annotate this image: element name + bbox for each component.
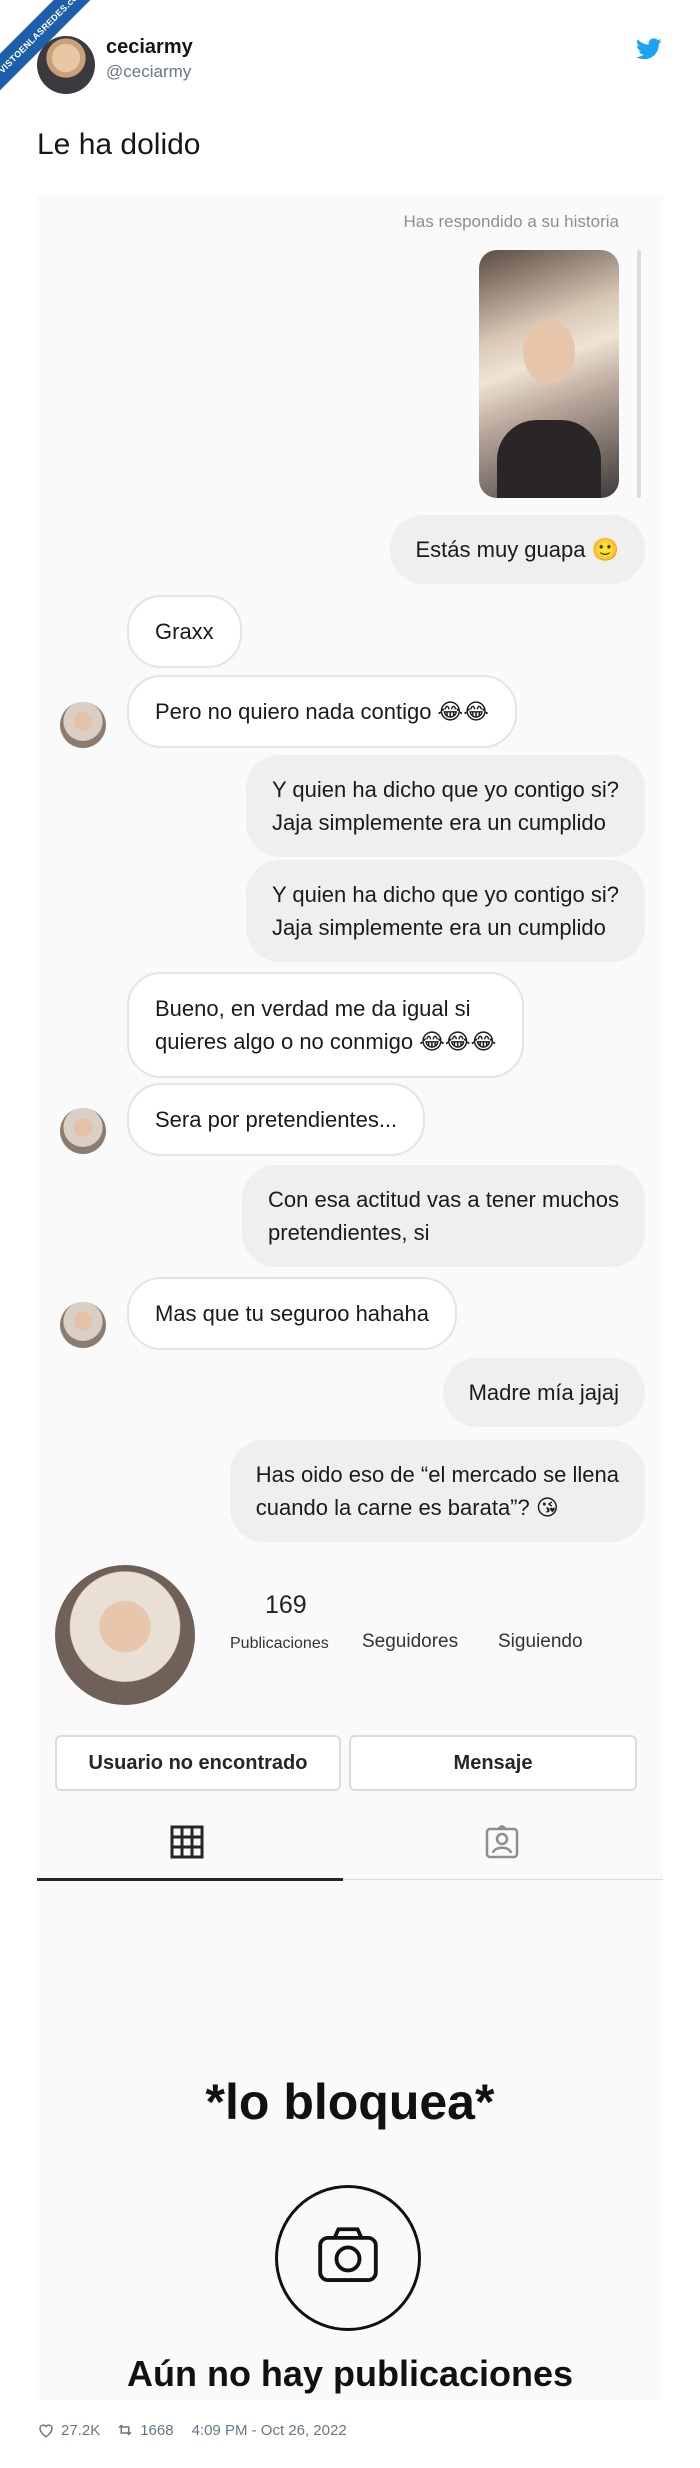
story-reply-bar [637, 250, 641, 498]
story-shirt [497, 420, 601, 498]
retweet-icon[interactable] [116, 2421, 134, 2439]
author-name[interactable]: ceciarmy [106, 36, 193, 59]
following-label[interactable]: Siguiendo [498, 1631, 583, 1653]
message-outgoing[interactable]: Con esa actitud vas a tener muchos prete… [242, 1165, 645, 1267]
tweet-footer: 27.2K 1668 4:09 PM - Oct 26, 2022 [37, 2421, 347, 2439]
tweet-text: Le ha dolido [37, 128, 201, 161]
author-handle[interactable]: @ceciarmy [106, 62, 191, 82]
story-thumbnail[interactable] [479, 250, 619, 498]
sender-avatar[interactable] [60, 1108, 106, 1154]
message-incoming[interactable]: Mas que tu seguroo hahaha [127, 1277, 457, 1350]
tab-divider [343, 1879, 663, 1880]
retweet-count: 1668 [140, 2421, 174, 2439]
message-button[interactable]: Mensaje [349, 1735, 637, 1791]
user-not-found-button[interactable]: Usuario no encontrado [55, 1735, 341, 1791]
active-tab-indicator [37, 1878, 343, 1881]
like-count: 27.2K [61, 2421, 101, 2439]
message-incoming[interactable]: Pero no quiero nada contigo 😂😂 [127, 675, 517, 748]
posts-label: Publicaciones [230, 1635, 329, 1652]
message-outgoing[interactable]: Estás muy guapa 🙂 [389, 515, 645, 584]
camera-icon [275, 2185, 421, 2331]
grid-icon[interactable] [170, 1825, 204, 1859]
message-outgoing[interactable]: Madre mía jajaj [442, 1358, 645, 1427]
message-outgoing[interactable]: Y quien ha dicho que yo contigo si? Jaja… [246, 755, 645, 857]
story-reply-note: Has respondido a su historia [403, 212, 619, 231]
profile-avatar[interactable] [55, 1565, 195, 1705]
empty-state-text: Aún no hay publicaciones [126, 2353, 574, 2394]
followers-label[interactable]: Seguidores [362, 1631, 458, 1653]
message-outgoing[interactable]: Y quien ha dicho que yo contigo si? Jaja… [246, 860, 645, 962]
tweet-timestamp[interactable]: 4:09 PM - Oct 26, 2022 [192, 2422, 347, 2439]
meme-caption: *lo bloquea* [205, 2074, 495, 2130]
posts-count: 169 [265, 1591, 307, 1619]
embedded-screenshot: Has respondido a su historia Estás muy g… [37, 195, 663, 2400]
sender-avatar[interactable] [60, 1302, 106, 1348]
message-incoming[interactable]: Sera por pretendientes... [127, 1083, 426, 1156]
author-avatar[interactable] [37, 36, 95, 94]
tagged-icon[interactable] [485, 1825, 519, 1859]
story-face [523, 320, 575, 384]
message-incoming[interactable]: Bueno, en verdad me da igual si quieres … [127, 972, 525, 1078]
sender-avatar[interactable] [60, 702, 106, 748]
twitter-bird-icon[interactable] [636, 38, 662, 60]
message-incoming[interactable]: Graxx [127, 595, 242, 668]
message-outgoing[interactable]: Has oido eso de “el mercado se llena cua… [229, 1440, 645, 1542]
heart-icon[interactable] [37, 2421, 55, 2439]
